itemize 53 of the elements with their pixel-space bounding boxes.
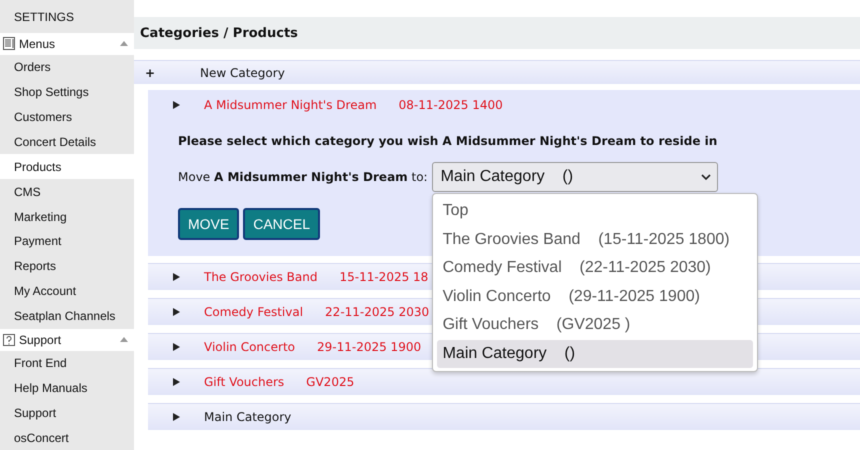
category-date: 08-11-2025 1400 bbox=[398, 98, 503, 112]
category-name[interactable]: Violin Concerto bbox=[204, 340, 295, 354]
plus-icon[interactable]: + bbox=[134, 66, 166, 80]
expand-arrow-icon[interactable] bbox=[172, 413, 180, 421]
move-button[interactable]: MOVE bbox=[178, 208, 240, 240]
sidebar-title: SETTINGS bbox=[13, 9, 76, 26]
dropdown-option[interactable]: Gift Vouchers (GV2025 ) bbox=[436, 311, 753, 340]
category-date: GV2025 bbox=[306, 375, 354, 389]
dropdown-option[interactable]: Comedy Festival (22-11-2025 2030) bbox=[436, 254, 753, 282]
dropdown-option[interactable]: Violin Concerto (29-11-2025 1900) bbox=[436, 282, 753, 311]
dropdown-option[interactable]: Main Category () bbox=[436, 340, 753, 368]
sidebar-section-header[interactable]: Menus bbox=[0, 32, 134, 55]
move-label: Move A Midsummer Night's Dream to: bbox=[178, 170, 428, 184]
sidebar-item[interactable]: Orders bbox=[0, 54, 134, 80]
expand-arrow-icon[interactable] bbox=[172, 378, 180, 386]
category-name[interactable]: A Midsummer Night's Dream bbox=[204, 98, 377, 112]
sidebar-item[interactable]: Concert Details bbox=[0, 129, 134, 154]
cancel-button[interactable]: CANCEL bbox=[243, 208, 320, 240]
sidebar-item[interactable]: osConcert bbox=[0, 425, 134, 450]
help-icon bbox=[3, 334, 15, 346]
caret-icon bbox=[120, 41, 128, 46]
caret-icon bbox=[120, 337, 128, 342]
sidebar-item[interactable]: CMS bbox=[0, 179, 134, 204]
move-prompt: Please select which category you wish A Midsummer Night's Dream to reside in bbox=[178, 134, 718, 148]
sidebar-item[interactable]: Customers bbox=[0, 104, 134, 130]
expand-arrow-icon[interactable] bbox=[172, 273, 180, 281]
chevron-down-icon bbox=[700, 174, 711, 180]
sidebar-item[interactable]: Front End bbox=[0, 350, 134, 376]
category-date: 29-11-2025 1900 bbox=[317, 340, 422, 354]
sidebar-item[interactable]: Support bbox=[0, 400, 134, 426]
sidebar-item[interactable]: My Account bbox=[0, 278, 134, 304]
list-icon bbox=[3, 37, 15, 50]
expand-arrow-icon[interactable] bbox=[172, 343, 180, 351]
category-name[interactable]: Gift Vouchers bbox=[204, 375, 284, 389]
sidebar-section-header[interactable]: Support bbox=[0, 328, 134, 350]
category-name[interactable]: Main Category bbox=[204, 410, 292, 424]
sidebar-item[interactable]: Seatplan Channels bbox=[0, 304, 134, 329]
category-name[interactable]: The Groovies Band bbox=[204, 270, 318, 284]
new-category-link[interactable]: New Category bbox=[200, 66, 285, 80]
sidebar-item[interactable]: Help Manuals bbox=[0, 375, 134, 400]
dropdown-option[interactable]: The Groovies Band (15-11-2025 1800) bbox=[436, 226, 753, 254]
expand-arrow-icon[interactable] bbox=[172, 101, 180, 109]
sidebar-item[interactable]: Reports bbox=[0, 254, 134, 279]
page-title: Categories / Products bbox=[134, 17, 860, 49]
category-date: 15-11-2025 18 bbox=[339, 270, 428, 284]
expand-arrow-icon[interactable] bbox=[172, 308, 180, 316]
category-name[interactable]: Comedy Festival bbox=[204, 305, 304, 319]
dropdown-option[interactable]: Top bbox=[436, 197, 753, 226]
sidebar-item[interactable]: Marketing bbox=[0, 204, 134, 230]
sidebar-item[interactable]: Products bbox=[0, 154, 134, 180]
sidebar-item[interactable]: Payment bbox=[0, 229, 134, 254]
category-date: 22-11-2025 2030 bbox=[325, 305, 430, 319]
sidebar-item[interactable]: Shop Settings bbox=[0, 80, 134, 105]
